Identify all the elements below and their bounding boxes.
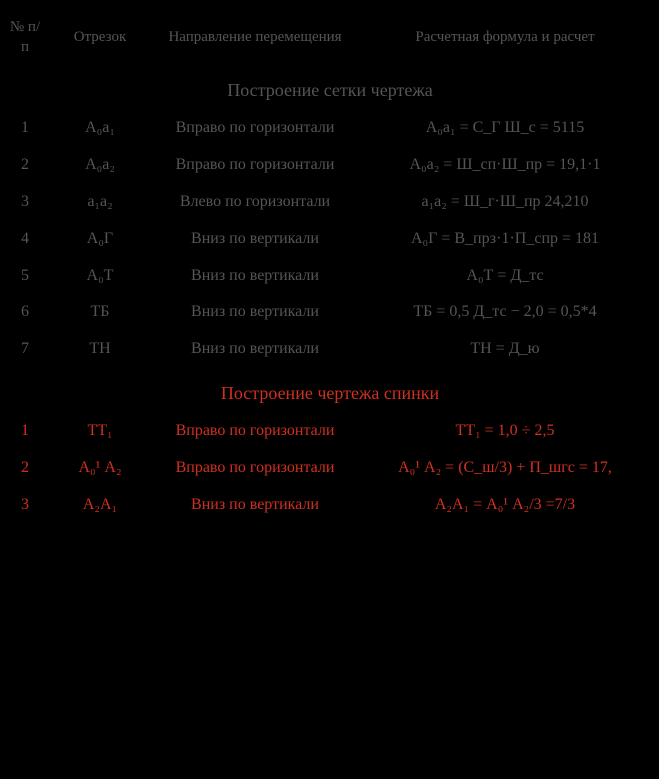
cell-segment: А₀а₁ [45,110,155,147]
cell-direction: Вниз по вертикали [155,221,355,258]
header-col-direction: Направление перемещения [155,10,355,65]
cell-segment: А₀¹ А₂ [45,450,155,487]
header-col-formula: Расчетная формула и расчет [355,10,655,65]
table-row: 2 А₀а₂ Вправо по горизонтали А₀а₂ = Ш_сп… [5,147,655,184]
cell-num: 1 [5,413,45,450]
cell-segment: А₀а₂ [45,147,155,184]
table-row: 5 А₀Т Вниз по вертикали А₀Т = Д_тс [5,258,655,295]
cell-num: 6 [5,294,45,331]
cell-segment: А₂А₁ [45,487,155,524]
cell-segment: А₀Г [45,221,155,258]
section1-title: Построение сетки чертежа [5,65,655,110]
cell-num: 5 [5,258,45,295]
cell-formula: А₀а₂ = Ш_сп·Ш_пр = 19,1·1 [355,147,655,184]
table-row: 3 А₂А₁ Вниз по вертикали А₂А₁ = А₀¹ А₂/3… [5,487,655,524]
table-row: 6 ТБ Вниз по вертикали ТБ = 0,5 Д_тс − 2… [5,294,655,331]
table-row: 1 ТТ₁ Вправо по горизонтали ТТ₁ = 1,0 ÷ … [5,413,655,450]
cell-num: 7 [5,331,45,368]
cell-formula: А₂А₁ = А₀¹ А₂/3 =7/3 [355,487,655,524]
cell-direction: Вправо по горизонтали [155,413,355,450]
cell-direction: Вниз по вертикали [155,258,355,295]
cell-direction: Вправо по горизонтали [155,147,355,184]
cell-num: 2 [5,147,45,184]
cell-direction: Вниз по вертикали [155,294,355,331]
cell-formula: а₁а₂ = Ш_г·Ш_пр 24,210 [355,184,655,221]
cell-num: 3 [5,487,45,524]
header-col-num: № п/п [5,10,45,65]
cell-formula: А₀¹ А₂ = (С_ш/3) + П_шгс = 17, [355,450,655,487]
cell-formula: ТТ₁ = 1,0 ÷ 2,5 [355,413,655,450]
cell-formula: ТН = Д_ю [355,331,655,368]
cell-direction: Вправо по горизонтали [155,110,355,147]
cell-direction: Вниз по вертикали [155,487,355,524]
cell-direction: Вниз по вертикали [155,331,355,368]
cell-segment: ТТ₁ [45,413,155,450]
table-row: 1 А₀а₁ Вправо по горизонтали А₀а₁ = С_Г … [5,110,655,147]
cell-num: 4 [5,221,45,258]
cell-direction: Вправо по горизонтали [155,450,355,487]
cell-formula: А₀Г = В_прз·1·П_спр = 181 [355,221,655,258]
cell-direction: Влево по горизонтали [155,184,355,221]
cell-segment: ТН [45,331,155,368]
table-row: 2 А₀¹ А₂ Вправо по горизонтали А₀¹ А₂ = … [5,450,655,487]
cell-num: 2 [5,450,45,487]
cell-segment: А₀Т [45,258,155,295]
cell-formula: А₀а₁ = С_Г Ш_с = 5115 [355,110,655,147]
header-col-segment: Отрезок [45,10,155,65]
section2-title: Построение чертежа спинки [5,368,655,413]
table-row: 4 А₀Г Вниз по вертикали А₀Г = В_прз·1·П_… [5,221,655,258]
cell-num: 1 [5,110,45,147]
cell-num: 3 [5,184,45,221]
table-row: 7 ТН Вниз по вертикали ТН = Д_ю [5,331,655,368]
cell-formula: А₀Т = Д_тс [355,258,655,295]
cell-segment: ТБ [45,294,155,331]
cell-formula: ТБ = 0,5 Д_тс − 2,0 = 0,5*4 [355,294,655,331]
table-row: 3 а₁а₂ Влево по горизонтали а₁а₂ = Ш_г·Ш… [5,184,655,221]
cell-segment: а₁а₂ [45,184,155,221]
